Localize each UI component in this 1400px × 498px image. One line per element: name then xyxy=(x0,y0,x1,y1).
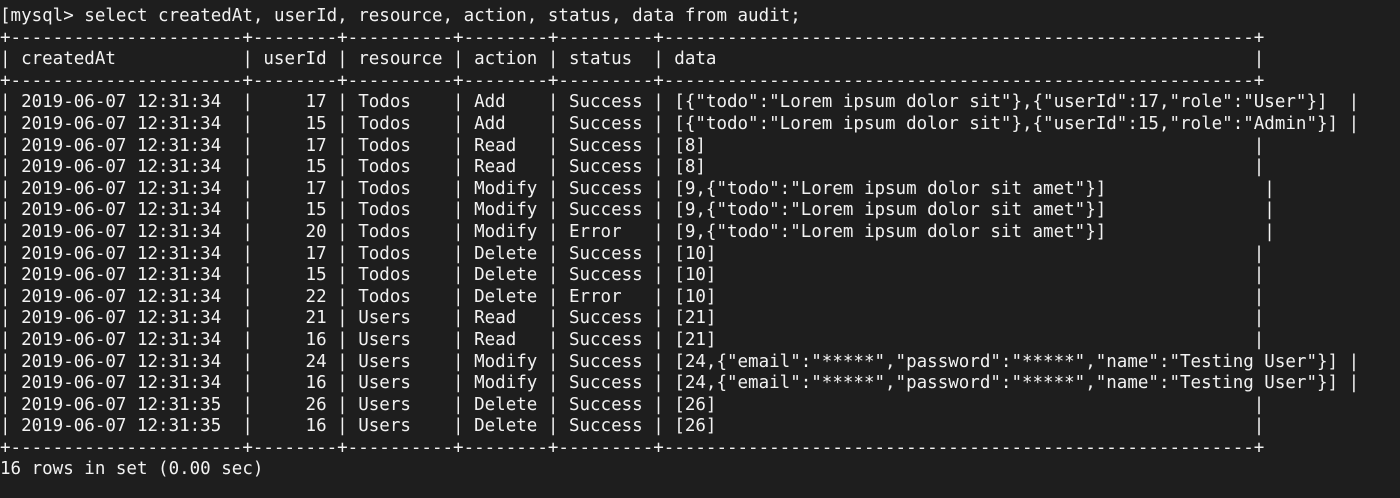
result-summary: 16 rows in set (0.00 sec) xyxy=(0,459,264,480)
table-row: | 2019-06-07 12:31:34 | 15 | Todos | Rea… xyxy=(0,157,1265,178)
table-row: | 2019-06-07 12:31:34 | 15 | Todos | Add… xyxy=(0,113,1360,134)
table-row: | 2019-06-07 12:31:35 | 16 | Users | Del… xyxy=(0,416,1265,437)
table-header: | createdAt | userId | resource | action… xyxy=(0,49,1265,70)
command-line: [mysql> select createdAt, userId, resour… xyxy=(0,6,1400,28)
table-row: | 2019-06-07 12:31:34 | 17 | Todos | Rea… xyxy=(0,135,1265,156)
table-row: | 2019-06-07 12:31:34 | 17 | Todos | Del… xyxy=(0,243,1265,264)
terminal-window[interactable]: [mysql> select createdAt, userId, resour… xyxy=(0,0,1400,498)
table-row: | 2019-06-07 12:31:35 | 26 | Users | Del… xyxy=(0,394,1265,415)
table-row: | 2019-06-07 12:31:34 | 16 | Users | Rea… xyxy=(0,329,1265,350)
table-row: | 2019-06-07 12:31:34 | 15 | Todos | Del… xyxy=(0,265,1265,286)
table-border-header: +----------------------+--------+-------… xyxy=(0,70,1265,91)
table-row: | 2019-06-07 12:31:34 | 17 | Todos | Add… xyxy=(0,92,1360,113)
table-row: | 2019-06-07 12:31:34 | 15 | Todos | Mod… xyxy=(0,200,1275,221)
table-border-top: +----------------------+--------+-------… xyxy=(0,27,1265,48)
table-row: | 2019-06-07 12:31:34 | 22 | Todos | Del… xyxy=(0,286,1265,307)
table-row: | 2019-06-07 12:31:34 | 21 | Users | Rea… xyxy=(0,308,1265,329)
table-row: | 2019-06-07 12:31:34 | 24 | Users | Mod… xyxy=(0,351,1360,372)
sql-command: select createdAt, userId, resource, acti… xyxy=(84,6,801,26)
table-row: | 2019-06-07 12:31:34 | 20 | Todos | Mod… xyxy=(0,221,1275,242)
table-row: | 2019-06-07 12:31:34 | 16 | Users | Mod… xyxy=(0,373,1360,394)
table-row: | 2019-06-07 12:31:34 | 17 | Todos | Mod… xyxy=(0,178,1275,199)
table-border-bottom: +----------------------+--------+-------… xyxy=(0,437,1265,458)
mysql-prompt: [mysql> xyxy=(0,6,85,26)
